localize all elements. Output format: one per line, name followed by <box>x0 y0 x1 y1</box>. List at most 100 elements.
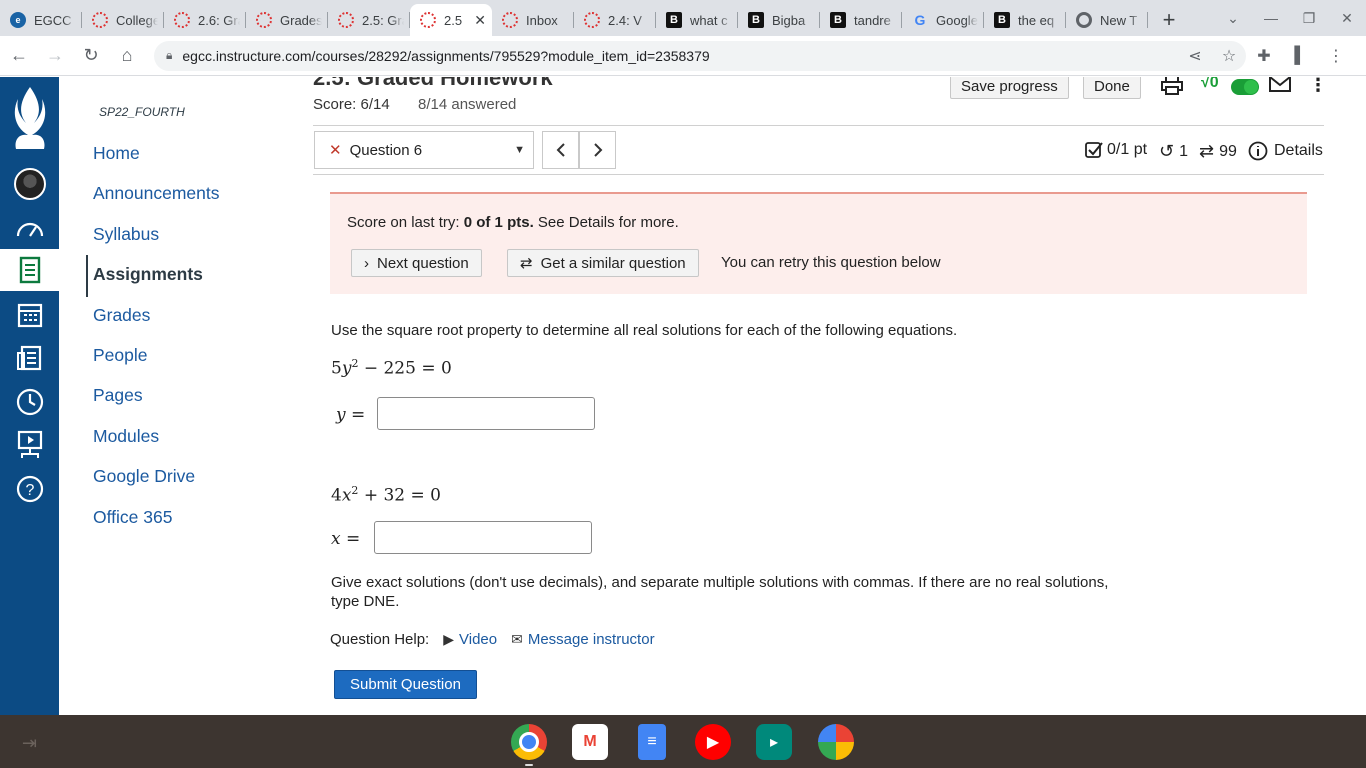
close-tab-icon[interactable]: ✕ <box>474 12 486 29</box>
envelope-icon: ✉︎ <box>511 631 523 647</box>
course-nav-announcements[interactable]: Announcements <box>93 183 219 204</box>
course-nav-home[interactable]: Home <box>93 143 140 164</box>
forward-icon[interactable]: → <box>38 39 72 73</box>
lock-icon: 🔒︎ <box>166 48 173 62</box>
message-instructor-link[interactable]: ✉︎ Message instructor <box>511 631 654 648</box>
question-prompt: Use the square root property to determin… <box>331 322 958 339</box>
video-icon: ▶︎ <box>443 631 455 647</box>
browser-tab[interactable]: Inbox <box>492 4 574 36</box>
course-nav-google-drive[interactable]: Google Drive <box>93 466 195 487</box>
browser-tab-strip: eEGCC College 2.6: Graded Grades 2.5: Gr… <box>0 0 1366 36</box>
photos-app-icon[interactable] <box>818 724 854 760</box>
answer-y-input[interactable] <box>377 397 595 430</box>
question-selector-label: Question 6 <box>349 141 423 159</box>
youtube-app-icon[interactable]: ▶ <box>695 724 731 760</box>
browser-tab[interactable]: Btandre <box>820 4 902 36</box>
share-icon[interactable]: ⋖ <box>1178 46 1212 66</box>
side-panel-icon[interactable]: ▌ <box>1282 47 1318 65</box>
last-try-suffix: See Details for more. <box>533 214 679 231</box>
next-question-label: Next question <box>377 254 469 272</box>
docs-app-icon[interactable]: ≡ <box>638 724 666 760</box>
chevron-right-icon: › <box>364 254 369 272</box>
account-avatar[interactable] <box>0 163 59 205</box>
next-question-button[interactable]: › Next question <box>351 249 482 277</box>
meet-app-icon[interactable]: ▸ <box>756 724 792 760</box>
email-icon[interactable] <box>1269 77 1291 98</box>
browser-tab[interactable]: 2.4: V <box>574 4 656 36</box>
help-icon[interactable]: ? <box>0 468 59 510</box>
google-favicon-icon: G <box>914 12 926 28</box>
back-icon[interactable]: ← <box>2 39 36 73</box>
answer-x-input[interactable] <box>374 521 592 554</box>
college-logo-icon[interactable] <box>6 83 54 157</box>
more-options-icon[interactable]: ⋮ <box>1309 77 1325 96</box>
browser-tab[interactable]: 2.5: Graded <box>328 4 410 36</box>
courses-icon[interactable] <box>0 249 59 291</box>
video-link[interactable]: ▶︎ Video <box>443 631 497 648</box>
global-navigation: ? <box>0 77 59 715</box>
bold-b-favicon-icon: B <box>666 12 682 28</box>
submit-question-button[interactable]: Submit Question <box>334 670 477 699</box>
extensions-icon[interactable]: ✚ <box>1246 46 1282 66</box>
canvas-favicon-icon <box>584 12 600 28</box>
print-icon[interactable] <box>1161 77 1183 100</box>
browser-tab[interactable]: G Google <box>902 4 984 36</box>
history-clock-icon[interactable] <box>0 381 59 423</box>
dashboard-icon[interactable] <box>0 208 59 250</box>
retries-indicator: ↺ 1 <box>1159 141 1188 162</box>
course-nav-grades[interactable]: Grades <box>93 305 150 326</box>
info-icon <box>1248 141 1268 161</box>
new-tab-icon[interactable]: + <box>1154 4 1184 36</box>
browser-tab[interactable]: B Bigba <box>738 4 820 36</box>
gmail-app-icon[interactable]: M <box>572 724 608 760</box>
browser-tab[interactable]: Grades <box>246 4 328 36</box>
details-link[interactable]: Details <box>1248 141 1323 161</box>
address-bar[interactable]: 🔒︎ egcc.instructure.com/courses/28292/as… <box>154 40 1246 71</box>
next-question-arrow-button[interactable] <box>579 131 616 169</box>
equation-1-variable: y <box>341 358 352 379</box>
question-help: Question Help: ▶︎ Video ✉︎ Message instruc… <box>330 631 655 648</box>
similar-question-button[interactable]: ⇄ Get a similar question <box>507 249 699 277</box>
previous-question-button[interactable] <box>542 131 579 169</box>
home-icon[interactable]: ⌂ <box>110 39 144 73</box>
browser-tab[interactable]: Bwhat c <box>656 4 738 36</box>
browser-tab[interactable]: 2.6: Graded <box>164 4 246 36</box>
maximize-icon[interactable]: ❐ <box>1290 10 1328 27</box>
answer-1-label: y = <box>336 405 366 425</box>
bookmark-star-icon[interactable]: ☆ <box>1212 46 1246 66</box>
close-window-icon[interactable]: ✕ <box>1328 10 1366 27</box>
answer-2-variable: x <box>331 529 341 549</box>
dropdown-caret-icon: ▼ <box>514 144 525 156</box>
course-nav-syllabus[interactable]: Syllabus <box>93 224 159 245</box>
course-nav-people[interactable]: People <box>93 345 148 366</box>
browser-tab[interactable]: College <box>82 4 164 36</box>
math-input-toggle[interactable] <box>1231 79 1259 95</box>
browser-tab[interactable]: Bthe eq <box>984 4 1066 36</box>
browser-tab-active[interactable]: 2.5 ✕ <box>410 4 492 36</box>
reload-icon[interactable]: ↻ <box>74 39 108 73</box>
course-nav-assignments[interactable]: Assignments <box>93 264 203 285</box>
assignment-title: 2.5: Graded Homework <box>313 77 553 90</box>
avatar-icon <box>13 168 46 200</box>
course-nav-office-365[interactable]: Office 365 <box>93 507 172 528</box>
browser-tab[interactable]: e EGCC <box>0 4 82 36</box>
browser-toolbar: ← → ↻ ⌂ 🔒︎ egcc.instructure.com/courses/… <box>0 36 1366 76</box>
divider <box>313 174 1324 175</box>
minimize-icon[interactable]: — <box>1252 10 1290 26</box>
window-controls: ⌄ — ❐ ✕ <box>1214 0 1366 36</box>
course-nav-modules[interactable]: Modules <box>93 426 159 447</box>
browser-tab[interactable]: New T <box>1066 4 1148 36</box>
canvas-favicon-icon <box>174 12 190 28</box>
done-button[interactable]: Done <box>1083 77 1141 99</box>
save-progress-button[interactable]: Save progress <box>950 77 1069 99</box>
course-nav-pages[interactable]: Pages <box>93 385 143 406</box>
studio-icon[interactable] <box>0 424 59 466</box>
launcher-icon[interactable]: ⇥ <box>22 733 37 754</box>
menu-kebab-icon[interactable]: ⋮ <box>1318 46 1354 66</box>
calendar-icon[interactable] <box>0 294 59 336</box>
inbox-icon[interactable] <box>0 337 59 379</box>
question-selector[interactable]: ✕ Question 6 ▼ <box>314 131 534 169</box>
chrome-app-icon[interactable] <box>511 724 547 760</box>
tab-search-icon[interactable]: ⌄ <box>1214 10 1252 27</box>
video-label: Video <box>459 631 498 648</box>
